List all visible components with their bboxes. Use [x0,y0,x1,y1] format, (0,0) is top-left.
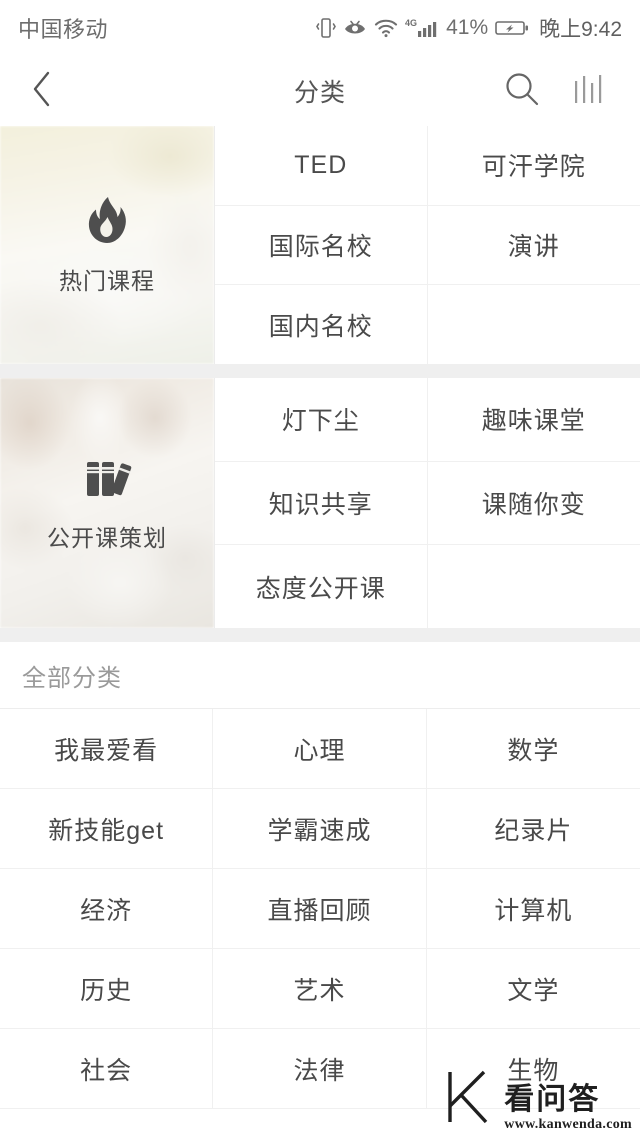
status-icons: 4G 41% 晚上9:42 [316,13,622,43]
status-bar: 中国移动 4G 41% 晚上9:42 [0,0,640,56]
app-screen: 中国移动 4G 41% 晚上9:42 分类 热门课程 TED 可汗学院 国际名校… [0,0,640,1137]
clock-label: 晚上9:42 [539,18,622,41]
category-cell[interactable]: 课随你变 [427,462,640,546]
category-cell[interactable]: 计算机 [426,869,640,949]
eye-icon [343,18,367,38]
category-cell[interactable]: 国际名校 [215,205,428,286]
chevron-left-icon [28,67,56,116]
feature-grid-open-course-planning: 灯下尘 趣味课堂 知识共享 课随你变 态度公开课 [214,378,640,628]
banner-overlay: 公开课策划 [0,378,214,628]
category-cell[interactable]: 趣味课堂 [427,378,640,462]
category-cell[interactable]: 数学 [426,709,640,789]
section-divider [0,364,640,378]
all-categories-header: 全部分类 [0,642,640,708]
category-cell-empty [428,285,640,364]
battery-icon [495,18,529,38]
equalizer-icon[interactable] [572,69,610,114]
category-cell[interactable]: 法律 [213,1029,427,1109]
category-cell[interactable]: 可汗学院 [427,126,640,206]
category-cell[interactable]: TED [215,126,428,206]
section-divider [0,628,640,642]
category-cell[interactable]: 知识共享 [215,461,428,546]
category-cell[interactable]: 灯下尘 [215,378,428,462]
battery-percent-label: 41% [446,16,489,39]
feature-grid-hot-courses: TED 可汗学院 国际名校 演讲 国内名校 [214,126,640,364]
feature-section-open-course-planning: 公开课策划 灯下尘 趣味课堂 知识共享 课随你变 态度公开课 [0,378,640,628]
category-cell[interactable]: 生物 [426,1029,640,1109]
signal-4g-icon: 4G [405,17,439,39]
category-cell-empty [428,545,640,628]
category-cell[interactable]: 历史 [0,949,214,1029]
feature-section-hot-courses: 热门课程 TED 可汗学院 国际名校 演讲 国内名校 [0,126,640,364]
category-cell[interactable]: 我最爱看 [0,709,214,789]
category-cell[interactable]: 艺术 [213,949,427,1029]
feature-label: 公开课策划 [47,524,167,551]
feature-banner-open-course-planning[interactable]: 公开课策划 [0,378,214,628]
flame-icon [84,195,130,252]
banner-overlay: 热门课程 [0,126,214,364]
vibrate-icon [316,16,337,40]
feature-banner-hot-courses[interactable]: 热门课程 [0,126,214,364]
all-categories-grid: 我最爱看 心理 数学 新技能get 学霸速成 纪录片 经济 直播回顾 计算机 历… [0,708,640,1109]
category-cell[interactable]: 纪录片 [426,789,640,869]
category-cell[interactable]: 态度公开课 [215,545,428,628]
category-cell[interactable]: 经济 [0,869,214,949]
feature-label: 热门课程 [59,267,155,294]
wifi-icon [374,18,398,38]
all-categories-title: 全部分类 [22,664,122,692]
category-cell[interactable]: 心理 [213,709,427,789]
back-button[interactable] [0,67,84,116]
category-cell[interactable]: 社会 [0,1029,214,1109]
books-icon [81,454,133,509]
category-cell[interactable]: 文学 [426,949,640,1029]
watermark-url: www.kanwenda.com [504,1117,632,1132]
category-cell[interactable]: 新技能get [0,789,214,869]
category-cell[interactable]: 直播回顾 [213,869,427,949]
carrier-label: 中国移动 [18,17,109,42]
svg-text:4G: 4G [405,18,417,28]
category-cell[interactable]: 演讲 [427,206,640,286]
category-cell[interactable]: 国内名校 [215,285,428,364]
nav-actions [502,69,640,114]
navigation-bar: 分类 [0,56,640,126]
category-cell[interactable]: 学霸速成 [213,789,427,869]
search-icon[interactable] [502,69,542,114]
